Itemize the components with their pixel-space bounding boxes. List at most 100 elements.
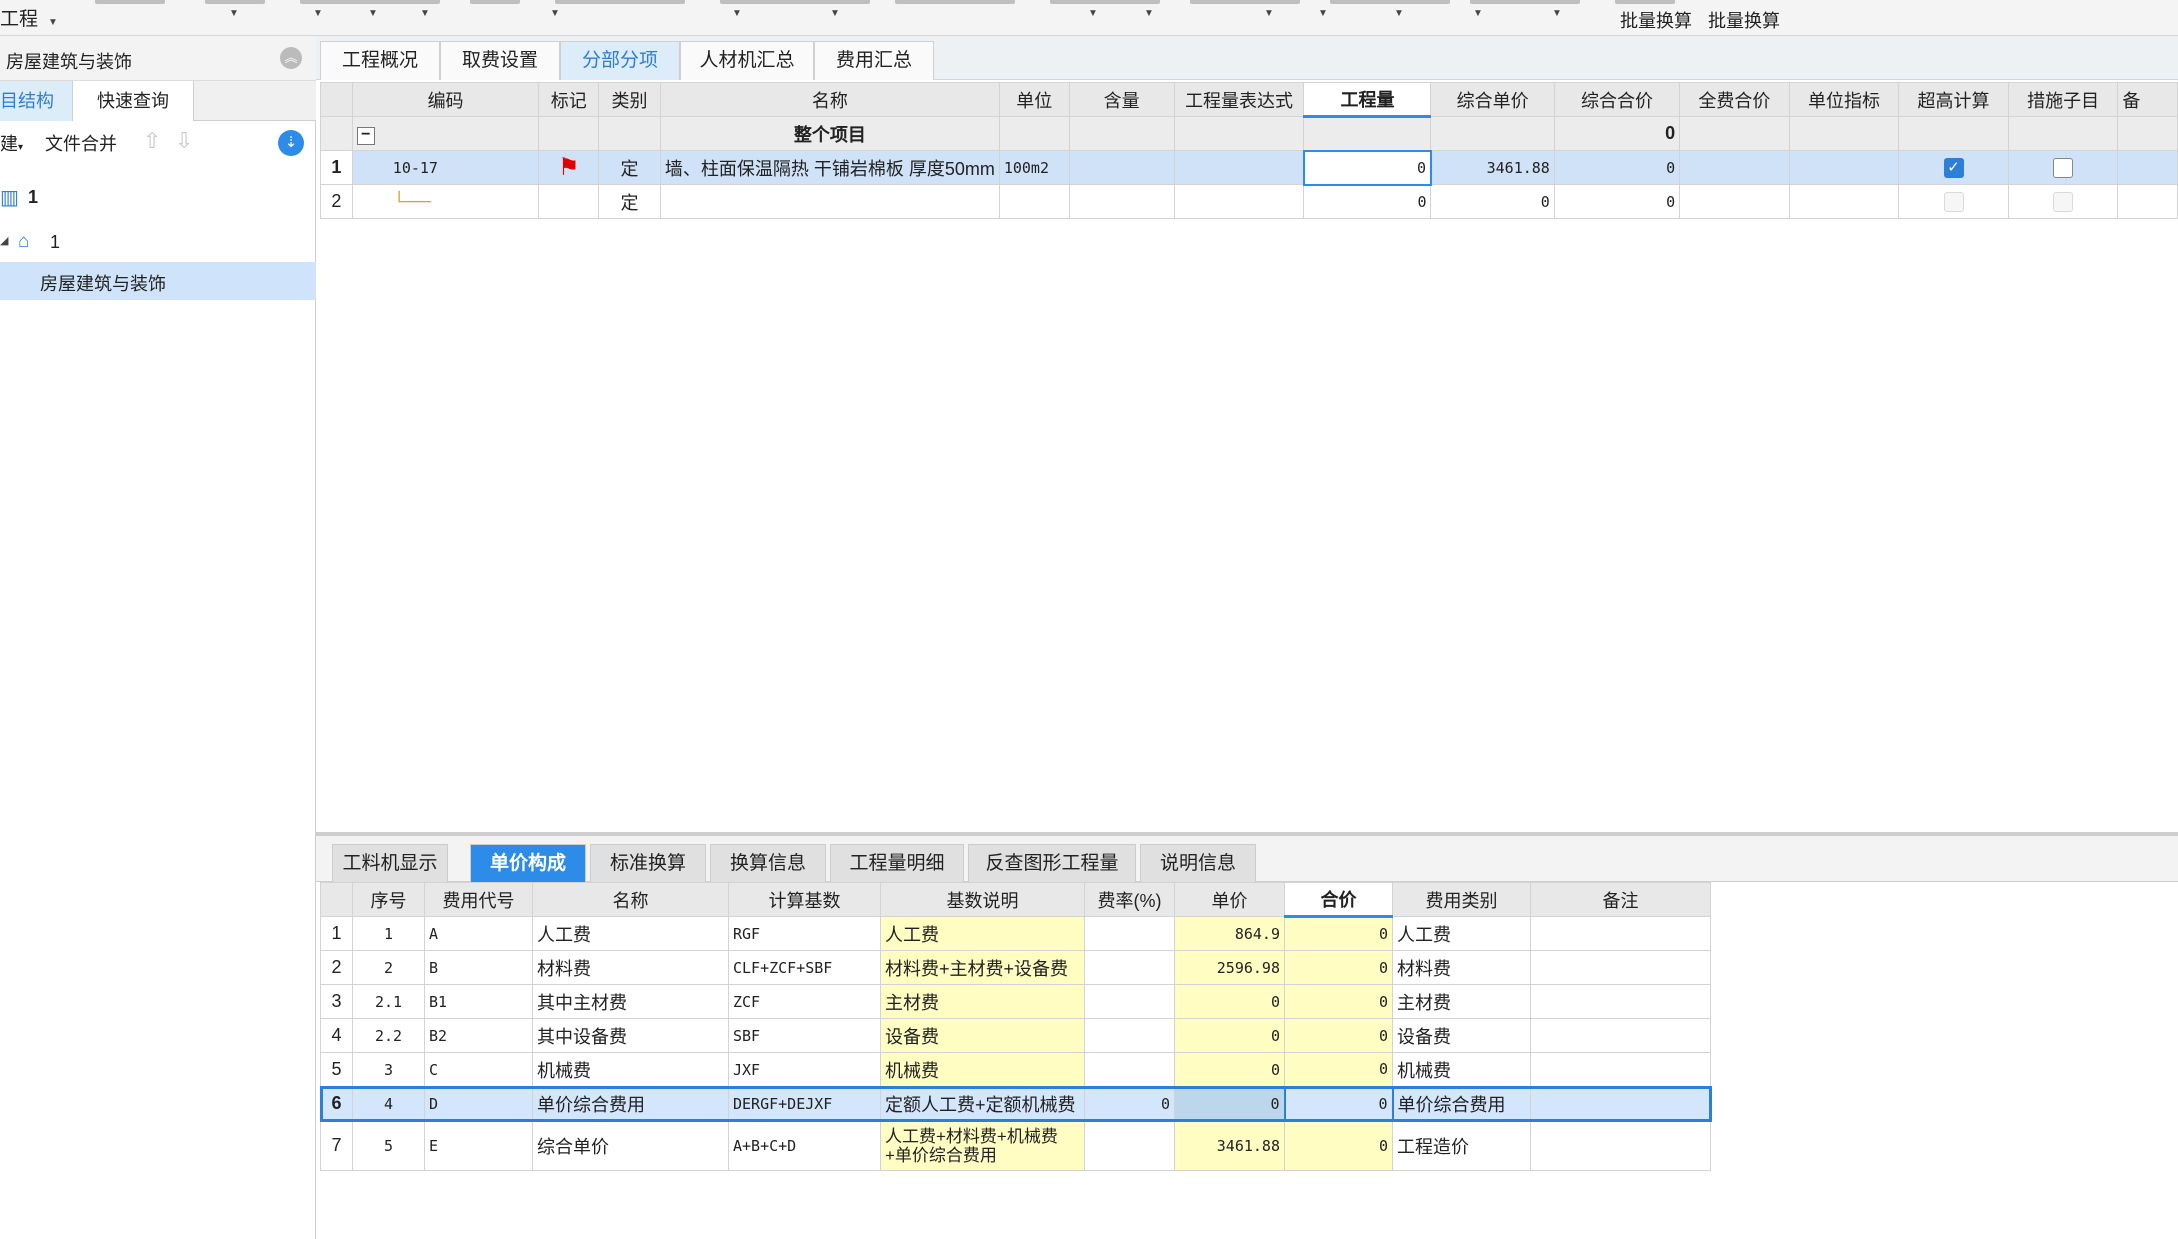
cell-base-desc[interactable]: 机械费 [880, 1052, 1085, 1087]
cell-unit[interactable]: 100m2 [998, 150, 1070, 185]
col-header[interactable]: 费用代号 [424, 882, 533, 917]
cell-rate[interactable] [1084, 1120, 1175, 1171]
col-header-active[interactable]: 合价 [1284, 882, 1393, 918]
cell-base-desc[interactable]: 人工费+材料费+机械费 +单价综合费用 [880, 1120, 1085, 1171]
chevron-down-icon[interactable]: ▼ [1264, 8, 1274, 19]
col-header[interactable]: 工程量表达式 [1173, 82, 1305, 117]
col-header[interactable]: 序号 [352, 882, 425, 917]
collapse-minus-icon[interactable]: − [356, 126, 375, 145]
table-row[interactable]: 4 2.2 B2 其中设备费 SBF 设备费 0 0 设备费 [320, 1018, 1711, 1053]
col-header[interactable]: 类别 [598, 82, 661, 117]
new-button[interactable]: 建▾ [0, 130, 23, 156]
cell-code[interactable]: C [424, 1052, 533, 1087]
cell-name[interactable]: 综合单价 [532, 1120, 729, 1171]
expand-caret-icon[interactable]: ◢ [0, 234, 8, 247]
cell-base[interactable]: ZCF [728, 984, 881, 1019]
chevron-down-icon[interactable]: ▼ [1473, 8, 1483, 19]
table-row[interactable]: 3 2.1 B1 其中主材费 ZCF 主材费 0 0 主材费 [320, 984, 1711, 1019]
cell-code[interactable]: E [424, 1120, 533, 1171]
chevron-down-icon[interactable]: ▼ [732, 8, 742, 19]
chevron-down-icon[interactable]: ▼ [830, 8, 840, 19]
table-row[interactable]: 1 10-17 ⚑ 定 墙、柱面保温隔热 干铺岩棉板 厚度50mm 100m2 … [320, 149, 2178, 186]
cell-note[interactable] [1530, 950, 1711, 985]
cell-name[interactable]: 墙、柱面保温隔热 干铺岩棉板 厚度50mm [659, 150, 1000, 185]
table-row[interactable]: 5 3 C 机械费 JXF 机械费 0 0 机械费 [320, 1052, 1711, 1087]
cell-code[interactable]: 10-17 [351, 150, 540, 185]
cell-unit-price[interactable]: 0 [1430, 184, 1555, 219]
col-header[interactable]: 含量 [1068, 82, 1175, 117]
tree-item-root[interactable]: ▥ 1 [0, 181, 316, 217]
cell-rate[interactable] [1084, 1018, 1175, 1053]
table-row[interactable]: 2 2 B 材料费 CLF+ZCF+SBF 材料费+主材费+设备费 2596.9… [320, 950, 1711, 985]
col-header[interactable]: 措施子目 [2007, 82, 2119, 117]
table-row[interactable]: 2 └── 定 0 0 0 [320, 184, 2178, 219]
cell-name[interactable] [659, 184, 1000, 219]
cell-category[interactable]: 单价综合费用 [1392, 1086, 1531, 1121]
tab-standard-conversion[interactable]: 标准换算 [590, 844, 706, 882]
cell-code[interactable]: B [424, 950, 533, 985]
cell-base[interactable]: JXF [728, 1052, 881, 1087]
cell-seq[interactable]: 1 [352, 916, 425, 951]
cell-name[interactable]: 其中主材费 [532, 984, 729, 1019]
tab-reverse-graphic-quantity[interactable]: 反查图形工程量 [968, 844, 1136, 882]
checkbox-checked[interactable]: ✓ [1943, 158, 1964, 179]
cell-total[interactable]: 0 [1284, 1018, 1393, 1053]
cell-rate[interactable] [1084, 984, 1175, 1019]
cell-category[interactable]: 材料费 [1392, 950, 1531, 985]
tab-project-structure[interactable]: 目结构 [0, 81, 72, 121]
tab-unit-price-composition[interactable]: 单价构成 [470, 844, 586, 882]
col-header[interactable]: 计算基数 [728, 882, 881, 917]
cell-note[interactable] [1530, 1120, 1711, 1171]
cell-base[interactable]: RGF [728, 916, 881, 951]
cell-base[interactable]: SBF [728, 1018, 881, 1053]
chevron-down-icon[interactable]: ▼ [313, 8, 323, 19]
checkbox[interactable] [2053, 158, 2074, 179]
batch-convert-button[interactable]: 批量换算 [1620, 7, 1692, 33]
col-header[interactable]: 全费合价 [1679, 82, 1790, 117]
chevron-down-icon[interactable]: ▼ [1144, 8, 1154, 19]
cell-unit-price[interactable]: 3461.88 [1430, 150, 1555, 185]
cell-seq[interactable]: 2.2 [352, 1018, 425, 1053]
cell-price[interactable]: 0 [1174, 1052, 1285, 1087]
col-header[interactable]: 单位指标 [1788, 82, 1900, 117]
cell-total[interactable]: 0 [1284, 950, 1393, 985]
cell-price[interactable]: 0 [1174, 984, 1285, 1019]
flag-icon[interactable]: ⚑ [558, 154, 580, 181]
cell-base-desc[interactable]: 材料费+主材费+设备费 [880, 950, 1085, 985]
tab-quantity-detail[interactable]: 工程量明细 [830, 844, 964, 882]
cell-note[interactable] [1530, 916, 1711, 951]
col-header[interactable]: 超高计算 [1898, 82, 2009, 117]
cell-total[interactable]: 0 [1284, 1120, 1393, 1171]
arrow-down-icon[interactable]: ⇩ [175, 128, 193, 154]
col-header-active[interactable]: 工程量 [1303, 82, 1432, 118]
cell-total[interactable]: 0 [1553, 184, 1681, 219]
col-header[interactable]: 基数说明 [880, 882, 1085, 917]
cell-code[interactable]: A [424, 916, 533, 951]
col-header[interactable]: 备注 [1530, 882, 1711, 917]
cell-total[interactable]: 0 [1283, 1085, 1394, 1122]
chevron-down-icon[interactable]: ▼ [1318, 8, 1328, 19]
cell-base[interactable]: A+B+C+D [728, 1120, 881, 1171]
col-header[interactable]: 综合单价 [1430, 82, 1555, 117]
table-row[interactable]: 7 5 E 综合单价 A+B+C+D 人工费+材料费+机械费 +单价综合费用 34… [320, 1120, 1711, 1171]
cell-category[interactable]: 机械费 [1392, 1052, 1531, 1087]
tree-item-building-decoration[interactable]: 房屋建筑与装饰 [0, 262, 316, 300]
tab-quick-query[interactable]: 快速查询 [72, 81, 194, 121]
cell-note[interactable] [1530, 984, 1711, 1019]
chevron-down-icon[interactable]: ▼ [1088, 8, 1098, 19]
cell-rate[interactable]: 0 [1084, 1086, 1175, 1121]
cell-name[interactable]: 机械费 [532, 1052, 729, 1087]
cell-price[interactable]: 864.9 [1174, 916, 1285, 951]
file-merge-button[interactable]: 文件合并 [45, 130, 117, 156]
table-row[interactable]: 1 1 A 人工费 RGF 人工费 864.9 0 人工费 [320, 916, 1711, 951]
cell-expression[interactable] [1173, 150, 1305, 185]
cell-base-desc[interactable]: 定额人工费+定额机械费 [880, 1086, 1085, 1121]
cell-code[interactable]: D [424, 1086, 533, 1121]
col-header[interactable]: 单价 [1174, 882, 1285, 917]
col-header[interactable]: 名称 [659, 82, 1000, 117]
cell-seq[interactable]: 4 [352, 1086, 425, 1121]
cell-code[interactable]: B2 [424, 1018, 533, 1053]
cell-unit[interactable] [998, 184, 1070, 219]
cell-rate[interactable] [1084, 950, 1175, 985]
cell-unit-index[interactable] [1788, 150, 1900, 185]
